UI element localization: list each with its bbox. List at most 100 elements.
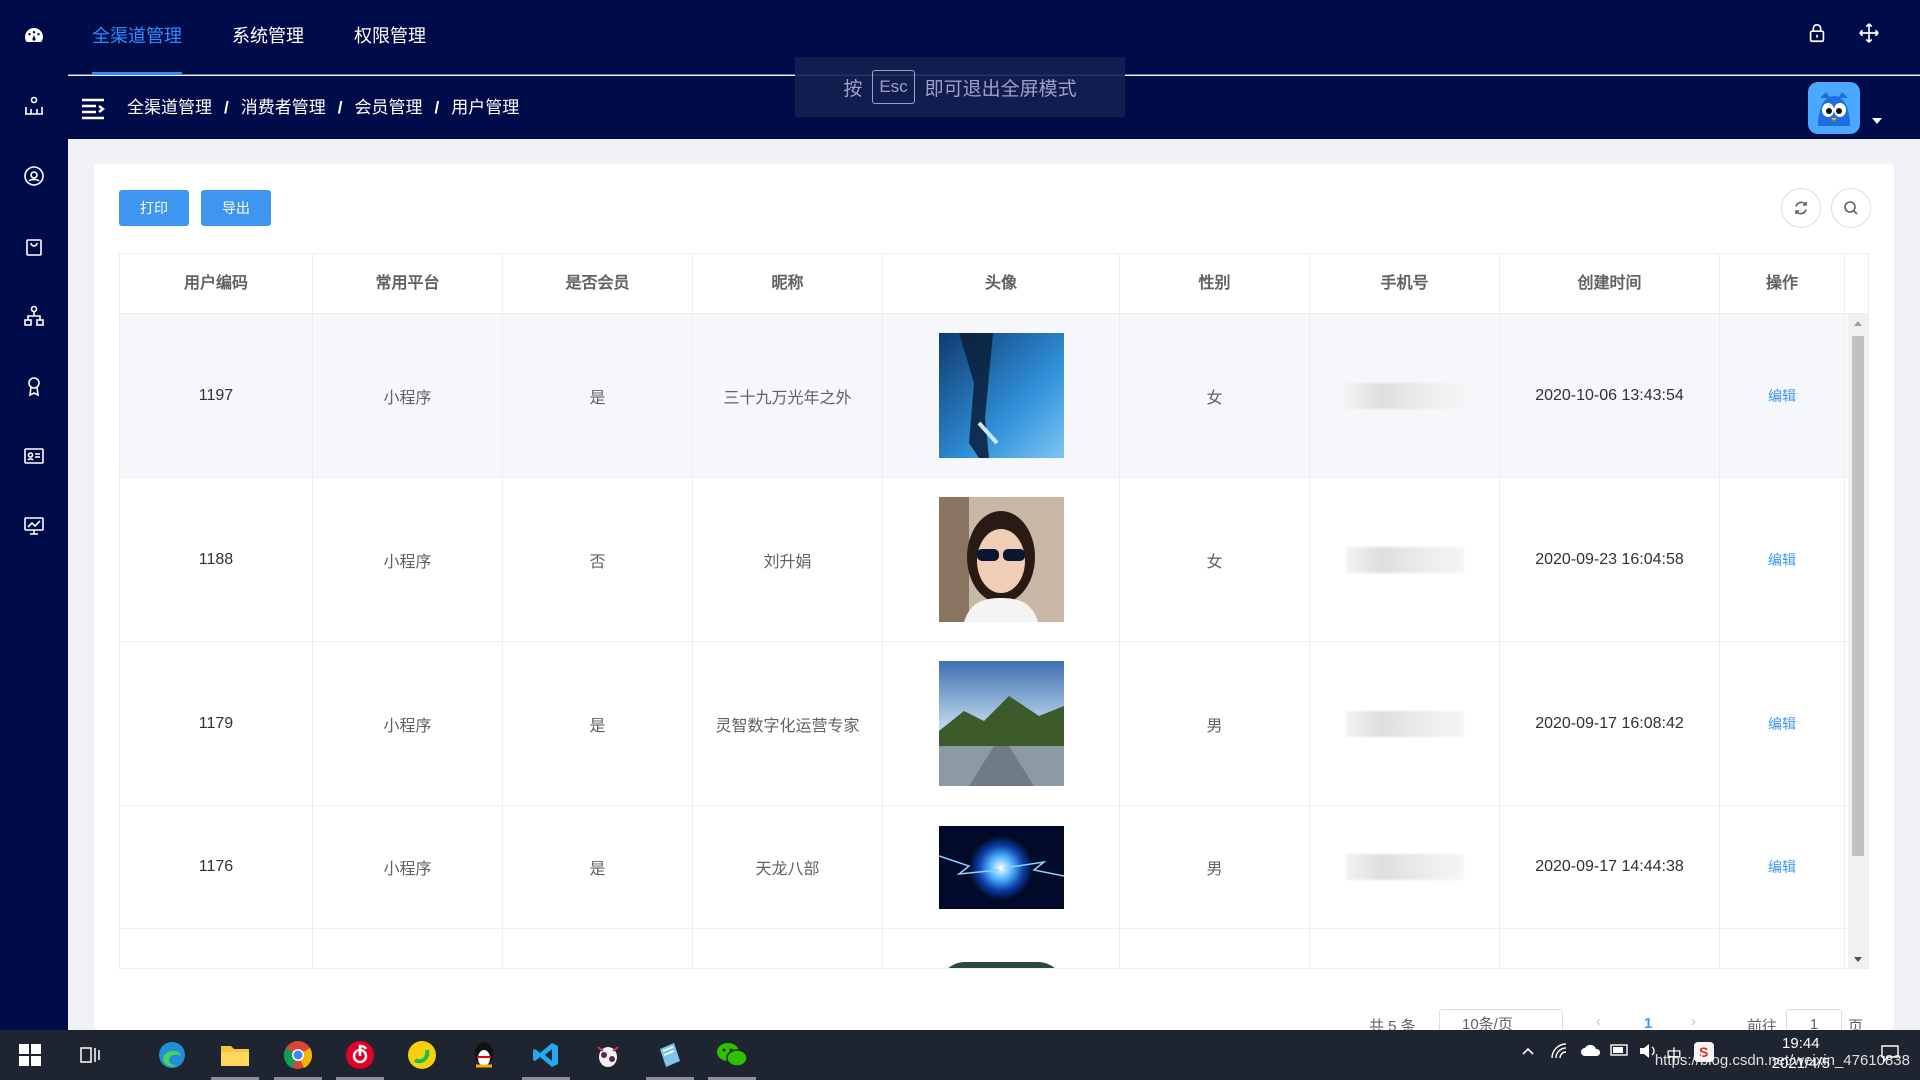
breadcrumb-item[interactable]: 全渠道管理 bbox=[127, 76, 212, 139]
cloud-icon[interactable] bbox=[1580, 1043, 1602, 1061]
next-page-icon[interactable]: › bbox=[1691, 1013, 1696, 1030]
fullscreen-toast: 按 Esc 即可退出全屏模式 bbox=[795, 57, 1125, 117]
table-row[interactable]: 1176 小程序 是 天龙八部 男 2020-09-17 14:44:38 编辑 bbox=[120, 806, 1868, 929]
prev-page-icon[interactable]: ‹ bbox=[1596, 1013, 1601, 1030]
masked-phone bbox=[1345, 710, 1464, 737]
tray-chevron-up-icon[interactable] bbox=[1520, 1043, 1536, 1063]
battery-icon[interactable] bbox=[1610, 1043, 1630, 1061]
dashboard-icon[interactable] bbox=[18, 20, 50, 52]
print-button[interactable]: 打印 bbox=[119, 190, 189, 226]
phone-cell bbox=[1310, 314, 1500, 477]
account-circle-icon[interactable] bbox=[18, 160, 50, 192]
wechat-icon[interactable] bbox=[708, 1035, 756, 1080]
refresh-button[interactable] bbox=[1781, 188, 1821, 228]
scrollbar-thumb[interactable] bbox=[1852, 336, 1864, 856]
pagination-total: 共 5 条 bbox=[1369, 1018, 1416, 1030]
page-size-select[interactable]: 10条/页 bbox=[1439, 1009, 1563, 1030]
qq-penguin-icon[interactable] bbox=[464, 1035, 504, 1075]
member-cell: 是 bbox=[503, 642, 693, 805]
edit-link[interactable]: 编辑 bbox=[1720, 314, 1845, 477]
nickname-cell: 刘升娟 bbox=[693, 478, 883, 641]
gender-cell: 男 bbox=[1120, 806, 1310, 928]
windows-start-icon[interactable] bbox=[10, 1035, 50, 1075]
nickname-cell: 三十九万光年之外 bbox=[693, 314, 883, 477]
page-jump-input[interactable]: 1 bbox=[1786, 1009, 1842, 1030]
edit-link[interactable]: 编辑 bbox=[1720, 642, 1845, 805]
table-cell bbox=[1120, 929, 1310, 968]
network-icon[interactable] bbox=[1550, 1042, 1570, 1064]
content-card: 打印 导出 用户编码 常用平台 是否会员 昵称 头像 性别 手机号 创建时间 操… bbox=[94, 164, 1894, 1030]
breadcrumb-item[interactable]: 会员管理 bbox=[354, 76, 422, 139]
task-view-icon[interactable] bbox=[70, 1035, 110, 1075]
blog-watermark: https://blog.csdn.net/weixin_47610838 bbox=[1654, 1052, 1910, 1069]
vscode-icon[interactable] bbox=[522, 1035, 570, 1080]
current-page[interactable]: 1 bbox=[1644, 1015, 1652, 1030]
breadcrumb-item[interactable]: 消费者管理 bbox=[241, 76, 326, 139]
created-time-cell: 2020-09-23 16:04:58 bbox=[1500, 478, 1720, 641]
notepad-app-icon[interactable] bbox=[646, 1035, 694, 1080]
table-row[interactable] bbox=[120, 929, 1868, 968]
avatar[interactable] bbox=[1808, 82, 1860, 134]
refresh-icon bbox=[1795, 201, 1807, 215]
toast-prefix: 按 bbox=[843, 78, 863, 100]
table-cell bbox=[1500, 929, 1720, 968]
fullscreen-move-icon[interactable] bbox=[1858, 22, 1880, 49]
avatar-cell bbox=[883, 642, 1120, 805]
phone-cell bbox=[1310, 642, 1500, 805]
masked-phone bbox=[1345, 854, 1464, 880]
gender-cell: 男 bbox=[1120, 642, 1310, 805]
menu-collapse-icon[interactable] bbox=[80, 95, 106, 121]
pagination: 共 5 条 10条/页 ‹ 1 › 前往 1 页 bbox=[94, 1009, 1894, 1030]
member-cell: 否 bbox=[503, 478, 693, 641]
search-button[interactable] bbox=[1831, 188, 1871, 228]
id-card-icon[interactable] bbox=[18, 440, 50, 472]
table-header: 用户编码 常用平台 是否会员 昵称 头像 性别 手机号 创建时间 操作 bbox=[120, 254, 1868, 314]
table-row[interactable]: 1188 小程序 否 刘升娟 女 2020-09-23 16:04:58 编辑 bbox=[120, 478, 1868, 642]
org-chart-icon[interactable] bbox=[18, 90, 50, 122]
masked-phone bbox=[1345, 382, 1464, 409]
gender-cell: 女 bbox=[1120, 478, 1310, 641]
netease-music-icon[interactable] bbox=[336, 1035, 384, 1080]
tab-permissions[interactable]: 权限管理 bbox=[354, 0, 426, 75]
user-avatar-image bbox=[938, 497, 1064, 622]
column-header: 昵称 bbox=[693, 254, 883, 314]
phone-cell bbox=[1310, 806, 1500, 928]
table-cell bbox=[313, 929, 503, 968]
platform-cell: 小程序 bbox=[313, 642, 503, 805]
file-explorer-icon[interactable] bbox=[211, 1035, 259, 1080]
platform-cell: 小程序 bbox=[313, 478, 503, 641]
export-button[interactable]: 导出 bbox=[201, 190, 271, 226]
network-nodes-icon[interactable] bbox=[18, 300, 50, 332]
phone-cell bbox=[1310, 478, 1500, 641]
created-time-cell: 2020-10-06 13:43:54 bbox=[1500, 314, 1720, 477]
table-row[interactable]: 1197 小程序 是 三十九万光年之外 女 2020-10-06 13:43:5… bbox=[120, 314, 1868, 478]
shopping-bag-icon[interactable] bbox=[18, 230, 50, 262]
breadcrumb: 全渠道管理 / 消费者管理 / 会员管理 / 用户管理 bbox=[127, 76, 519, 139]
user-id-cell: 1179 bbox=[120, 642, 313, 805]
table-row[interactable]: 1179 小程序 是 灵智数字化运营专家 男 2020-09-17 16:08:… bbox=[120, 642, 1868, 806]
column-header: 性别 bbox=[1120, 254, 1310, 314]
chrome-browser-icon[interactable] bbox=[274, 1035, 322, 1080]
user-id-cell: 1176 bbox=[120, 806, 313, 928]
edge-browser-icon[interactable] bbox=[152, 1035, 192, 1075]
created-time-cell: 2020-09-17 14:44:38 bbox=[1500, 806, 1720, 928]
toast-key: Esc bbox=[872, 70, 915, 104]
lock-icon[interactable] bbox=[1806, 22, 1828, 49]
monitor-chart-icon[interactable] bbox=[18, 510, 50, 542]
column-header: 创建时间 bbox=[1500, 254, 1720, 314]
qq-music-icon[interactable] bbox=[402, 1035, 442, 1075]
user-id-cell: 1197 bbox=[120, 314, 313, 477]
tab-system[interactable]: 系统管理 bbox=[232, 0, 304, 75]
edit-link[interactable]: 编辑 bbox=[1720, 478, 1845, 641]
column-header: 手机号 bbox=[1310, 254, 1500, 314]
scroll-down-icon[interactable] bbox=[1854, 957, 1862, 962]
app-cow-icon[interactable] bbox=[588, 1035, 628, 1075]
tab-omnichannel[interactable]: 全渠道管理 bbox=[92, 0, 182, 75]
scroll-up-icon[interactable] bbox=[1854, 321, 1862, 326]
badge-icon[interactable] bbox=[18, 370, 50, 402]
table-scrollbar[interactable] bbox=[1848, 314, 1868, 968]
chevron-down-icon[interactable] bbox=[1872, 118, 1882, 124]
column-header: 头像 bbox=[883, 254, 1120, 314]
breadcrumb-separator: / bbox=[434, 98, 440, 117]
edit-link[interactable]: 编辑 bbox=[1720, 806, 1845, 928]
